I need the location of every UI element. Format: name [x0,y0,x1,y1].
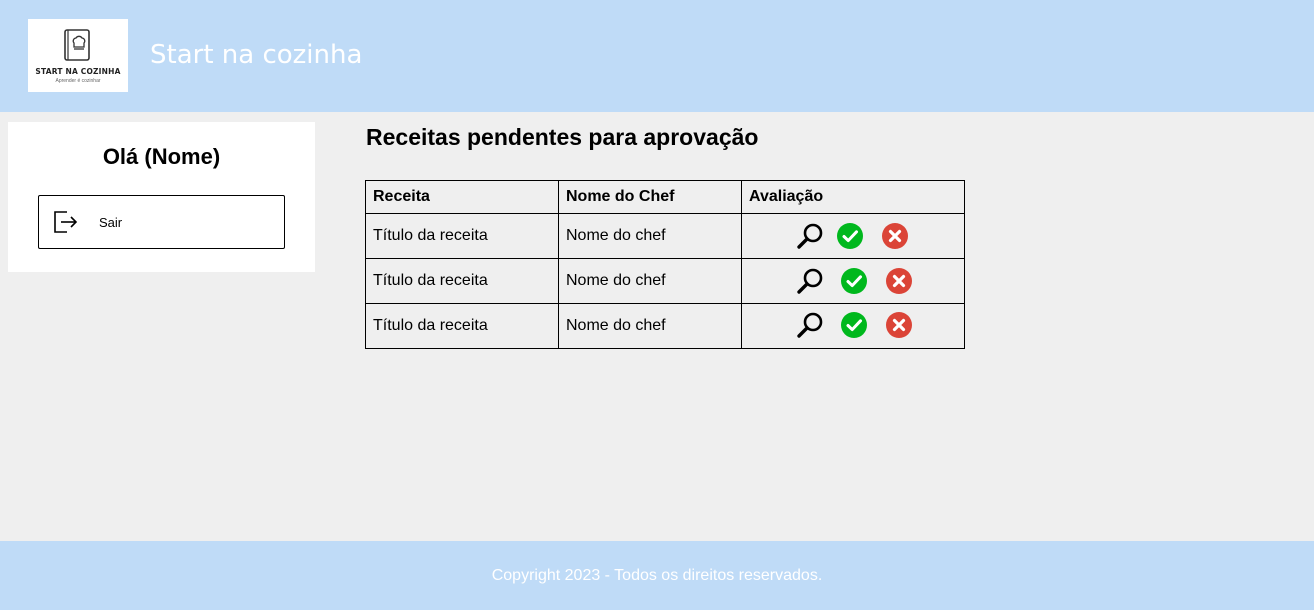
recipe-title-cell: Título da receita [365,303,559,349]
column-header-chef: Nome do Chef [558,180,742,214]
search-icon[interactable] [796,222,824,250]
search-icon[interactable] [796,311,824,339]
column-header-recipe: Receita [365,180,559,214]
table-row: Título da receita Nome do chef [365,303,965,349]
logout-button[interactable]: Sair [38,195,285,249]
chef-name-cell: Nome do chef [558,213,742,259]
actions-cell [741,303,965,349]
site-title: Start na cozinha [150,40,363,70]
chef-book-icon [64,29,90,61]
actions-cell [741,258,965,304]
approve-icon[interactable] [841,268,867,294]
table-row: Título da receita Nome do chef [365,213,965,259]
greeting: Olá (Nome) [102,144,221,169]
table-row: Título da receita Nome do chef [365,258,965,304]
logout-label: Sair [99,215,123,230]
recipe-title-cell: Título da receita [365,213,559,259]
table-header-row: Receita Nome do Chef Avaliação [365,180,965,214]
page-title: Receitas pendentes para aprovação [366,124,759,150]
logo-text: START NA COZINHA [35,67,121,76]
reject-icon[interactable] [886,312,912,338]
reject-icon[interactable] [886,268,912,294]
approve-icon[interactable] [837,223,863,249]
approve-icon[interactable] [841,312,867,338]
chef-name-cell: Nome do chef [558,303,742,349]
sidebar: Olá (Nome) Sair [8,122,315,272]
search-icon[interactable] [796,267,824,295]
logo-subtext: Aprender é cozinhar [55,78,101,84]
pending-recipes-table: Receita Nome do Chef Avaliação Título da… [365,180,965,349]
header: START NA COZINHA Aprender é cozinhar Sta… [0,0,1314,112]
logo[interactable]: START NA COZINHA Aprender é cozinhar [28,19,128,92]
actions-cell [741,213,965,259]
reject-icon[interactable] [882,223,908,249]
chef-name-cell: Nome do chef [558,258,742,304]
recipe-title-cell: Título da receita [365,258,559,304]
logout-icon [54,211,78,233]
column-header-rating: Avaliação [741,180,965,214]
copyright-text: Copyright 2023 - Todos os direitos reser… [491,567,823,584]
footer: Copyright 2023 - Todos os direitos reser… [0,541,1314,610]
